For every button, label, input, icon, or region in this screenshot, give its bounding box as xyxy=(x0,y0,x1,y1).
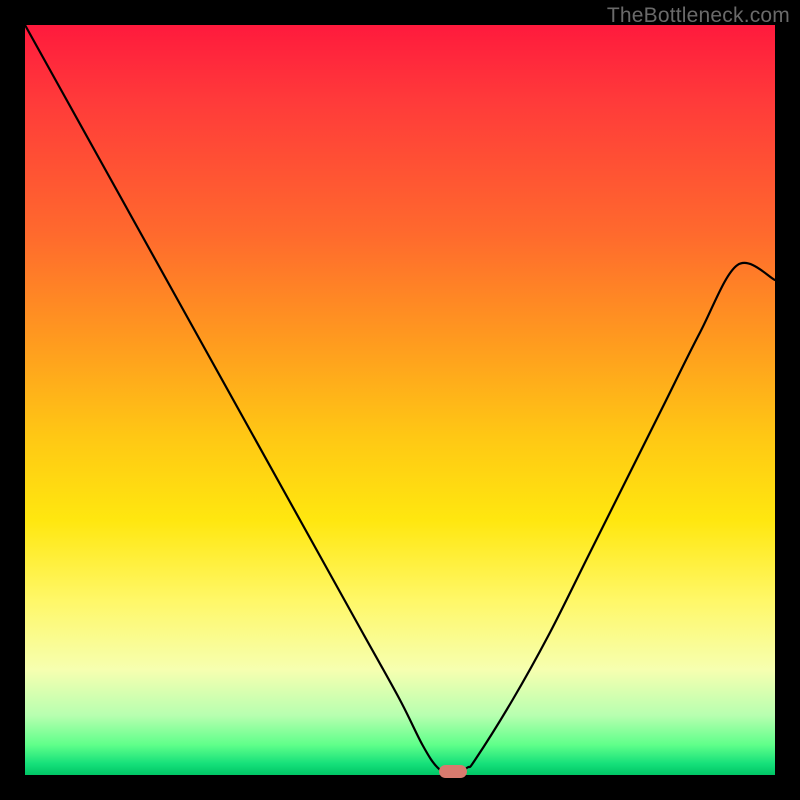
chart-frame: TheBottleneck.com xyxy=(0,0,800,800)
bottleneck-curve xyxy=(25,25,775,775)
optimal-marker xyxy=(439,765,467,778)
bottleneck-curve-path xyxy=(25,25,775,775)
watermark-text: TheBottleneck.com xyxy=(607,4,790,28)
plot-area xyxy=(25,25,775,775)
